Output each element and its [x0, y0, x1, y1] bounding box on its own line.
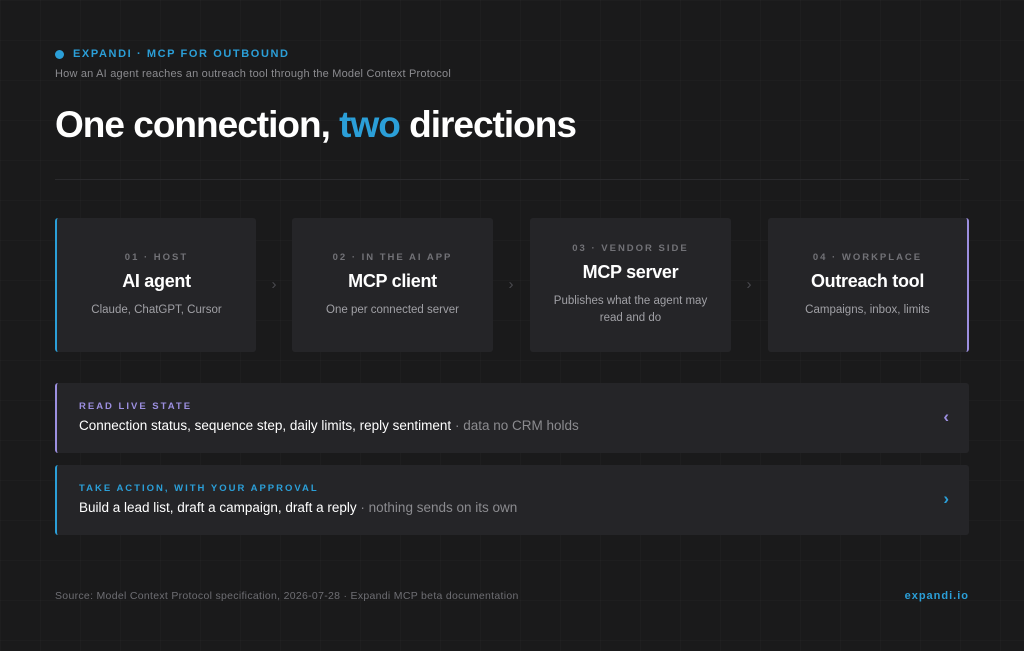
step-title: Outreach tool — [810, 270, 925, 291]
flow-text: Connection status, sequence step, daily … — [79, 418, 579, 433]
eyebrow: EXPANDI · MCP FOR OUTBOUND — [55, 48, 290, 60]
headline-start: One connection, — [55, 104, 340, 145]
flow-main-text: Build a lead list, draft a campaign, dra… — [79, 500, 357, 515]
flow-main-text: Connection status, sequence step, daily … — [79, 418, 452, 433]
flow-label: READ LIVE STATE — [79, 401, 193, 412]
headline: One connection, two directions — [55, 104, 577, 146]
brand-link[interactable]: expandi.io — [905, 590, 969, 602]
flow-note: nothing sends on its own — [368, 500, 518, 515]
step-card-ai-agent: 01 · HOST AI agent Claude, ChatGPT, Curs… — [55, 218, 256, 352]
step-desc: Publishes what the agent may read and do — [553, 295, 708, 324]
arrow-right-icon: › — [746, 276, 752, 293]
arrow-right-icon: › — [271, 276, 277, 293]
step-desc: One per connected server — [326, 303, 459, 316]
headline-accent: two — [339, 104, 401, 145]
flow-read-live-state: READ LIVE STATE Connection status, seque… — [55, 383, 969, 453]
flow-separator: · — [451, 418, 464, 433]
step-title: MCP client — [348, 270, 437, 291]
chevron-right-icon: › — [943, 489, 949, 508]
chevron-left-icon: ‹ — [943, 407, 949, 426]
step-desc: Claude, ChatGPT, Cursor — [91, 303, 222, 316]
step-card-mcp-client: 02 · IN THE AI APP MCP client One per co… — [292, 218, 493, 352]
step-tag: 03 · VENDOR SIDE — [572, 243, 689, 254]
flow-text: Build a lead list, draft a campaign, dra… — [79, 500, 517, 515]
step-tag: 02 · IN THE AI APP — [332, 251, 453, 263]
arrow-right-icon: › — [508, 276, 514, 293]
source-note: Source: Model Context Protocol specifica… — [55, 590, 519, 602]
eyebrow-text: EXPANDI · MCP FOR OUTBOUND — [73, 48, 290, 60]
flow-separator: · — [356, 500, 369, 515]
flow-note: data no CRM holds — [463, 418, 579, 433]
flow-label: TAKE ACTION, WITH YOUR APPROVAL — [79, 483, 319, 494]
page: EXPANDI · MCP FOR OUTBOUND How an AI age… — [55, 0, 969, 651]
step-desc: Campaigns, inbox, limits — [805, 303, 930, 316]
subtitle: How an AI agent reaches an outreach tool… — [55, 68, 451, 80]
step-flow: 01 · HOST AI agent Claude, ChatGPT, Curs… — [55, 218, 969, 352]
flow-take-action: TAKE ACTION, WITH YOUR APPROVAL Build a … — [55, 465, 969, 535]
headline-end: directions — [399, 104, 577, 145]
step-tag: 01 · HOST — [124, 251, 189, 263]
step-card-mcp-server: 03 · VENDOR SIDE MCP server Publishes wh… — [530, 218, 731, 352]
divider — [55, 179, 969, 180]
dot-icon — [55, 49, 64, 59]
step-title: MCP server — [582, 262, 679, 282]
step-title: AI agent — [122, 270, 191, 291]
step-card-outreach-tool: 04 · WORKPLACE Outreach tool Campaigns, … — [768, 218, 969, 352]
step-tag: 04 · WORKPLACE — [812, 251, 923, 263]
